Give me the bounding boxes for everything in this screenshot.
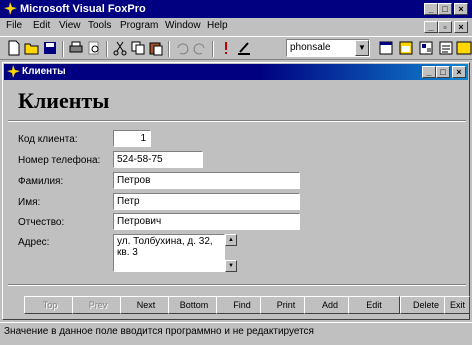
menu-window[interactable]: Window	[165, 20, 201, 31]
phone-field[interactable]: 524-58-75	[113, 151, 203, 168]
copy-icon[interactable]	[130, 40, 146, 56]
print-preview-icon[interactable]	[86, 40, 102, 56]
status-bar: Значение в данное поле вводится программ…	[0, 322, 472, 345]
menu-help[interactable]: Help	[207, 20, 228, 31]
doc-restore-button[interactable]: ▫	[438, 21, 452, 33]
top-button[interactable]: Top	[24, 296, 76, 314]
database-combo-value: phonsale	[290, 42, 331, 53]
toolbar-separator	[212, 41, 214, 57]
minimize-button[interactable]: _	[424, 3, 438, 15]
bottom-button[interactable]: Bottom	[168, 296, 220, 314]
first-name-label: Имя:	[18, 197, 41, 208]
app-title: Microsoft Visual FoxPro	[20, 3, 146, 15]
status-text: Значение в данное поле вводится программ…	[4, 326, 314, 337]
first-name-field[interactable]: Петр	[113, 193, 300, 210]
form-minimize-button[interactable]: _	[422, 66, 436, 78]
doc-minimize-button[interactable]: _	[424, 21, 438, 33]
divider	[8, 120, 466, 122]
form-close-button[interactable]: ×	[452, 66, 466, 78]
patronymic-field[interactable]: Петрович	[113, 213, 300, 230]
scroll-down-icon[interactable]: ▼	[225, 260, 237, 272]
foxpro-form-icon	[7, 65, 20, 78]
form-window-title: Клиенты	[22, 66, 66, 77]
run-icon[interactable]	[218, 40, 234, 56]
database-combo[interactable]: phonsale ▼	[286, 39, 370, 57]
form-maximize-button[interactable]: □	[436, 66, 450, 78]
menu-bar: File Edit View Tools Program Window Help…	[0, 18, 472, 36]
doc-close-button[interactable]: ×	[454, 21, 468, 33]
data-session-icon[interactable]	[398, 40, 414, 56]
exit-button[interactable]: Exit	[444, 296, 470, 314]
toolbar-separator	[168, 41, 170, 57]
last-name-field[interactable]: Петров	[113, 172, 300, 189]
scroll-up-icon[interactable]: ▲	[225, 234, 237, 246]
close-button[interactable]: ×	[454, 3, 468, 15]
phone-label: Номер телефона:	[18, 155, 101, 166]
toolbar-separator	[106, 41, 108, 57]
command-window-icon[interactable]	[378, 40, 394, 56]
menu-tools[interactable]: Tools	[88, 20, 111, 31]
toolbar-separator	[62, 41, 64, 57]
paste-icon[interactable]	[148, 40, 164, 56]
new-file-icon[interactable]	[6, 40, 22, 56]
form-wizard-icon[interactable]	[418, 40, 434, 56]
print-icon[interactable]	[68, 40, 84, 56]
address-label: Адрес:	[18, 237, 50, 248]
address-scrollbar[interactable]: ▲ ▼	[225, 234, 237, 272]
divider	[8, 284, 466, 286]
report-icon[interactable]	[438, 40, 454, 56]
menu-file[interactable]: File	[6, 20, 22, 31]
menu-view[interactable]: View	[59, 20, 81, 31]
last-name-label: Фамилия:	[18, 176, 64, 187]
address-field[interactable]: ул. Толбухина, д. 32, кв. 3	[113, 234, 225, 272]
standard-toolbar: phonsale ▼	[0, 36, 472, 60]
redo-icon[interactable]	[192, 40, 208, 56]
help-icon[interactable]	[456, 40, 472, 56]
save-icon[interactable]	[42, 40, 58, 56]
client-code-label: Код клиента:	[18, 134, 78, 145]
chevron-down-icon[interactable]: ▼	[355, 40, 369, 56]
modify-form-icon[interactable]	[236, 40, 252, 56]
form-title-bar: Клиенты _ □ ×	[4, 64, 468, 80]
menu-program[interactable]: Program	[120, 20, 158, 31]
form-heading: Клиенты	[18, 88, 110, 113]
open-folder-icon[interactable]	[24, 40, 40, 56]
edit-button[interactable]: Edit	[348, 296, 400, 314]
prev-button[interactable]: Prev	[72, 296, 124, 314]
app-title-bar: Microsoft Visual FoxPro _ □ ×	[0, 0, 472, 18]
cut-icon[interactable]	[112, 40, 128, 56]
patronymic-label: Отчество:	[18, 217, 65, 228]
next-button[interactable]: Next	[120, 296, 172, 314]
client-code-field: 1	[113, 130, 151, 147]
undo-icon[interactable]	[174, 40, 190, 56]
foxpro-logo-icon	[4, 2, 17, 15]
menu-edit[interactable]: Edit	[33, 20, 50, 31]
maximize-button[interactable]: □	[438, 3, 452, 15]
